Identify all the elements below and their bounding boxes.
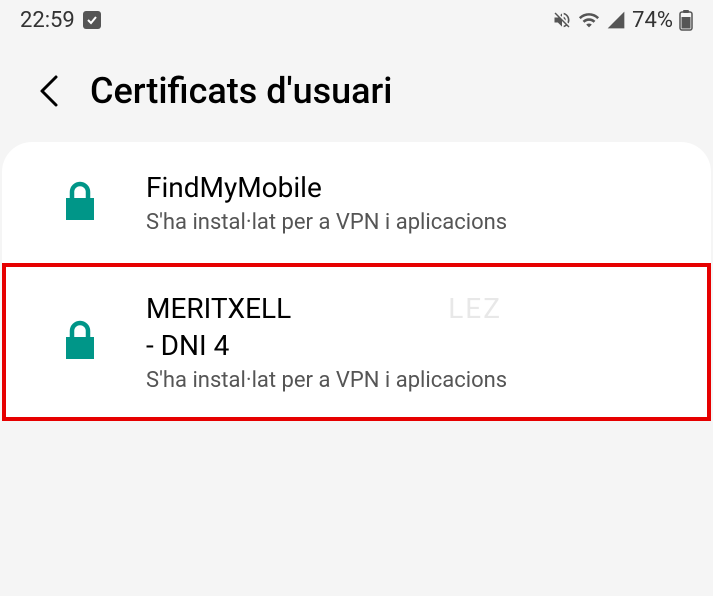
header: Certificats d'usuari xyxy=(0,40,713,142)
certificate-name: MERITXELL LEZ - DNI 4 xyxy=(146,291,681,364)
battery-icon xyxy=(679,9,693,31)
cert-name-line2: - DNI 4 xyxy=(146,329,229,362)
certificate-description: S'ha instal·lat per a VPN i aplicacions xyxy=(146,368,681,393)
certificate-description: S'ha instal·lat per a VPN i aplicacions xyxy=(146,210,681,235)
status-bar: 22:59 74% xyxy=(0,0,713,40)
mute-icon xyxy=(552,10,572,30)
certificate-item-highlighted[interactable]: MERITXELL LEZ - DNI 4 S'ha instal·lat pe… xyxy=(2,263,711,421)
chevron-left-icon xyxy=(36,73,62,109)
status-time: 22:59 xyxy=(20,8,75,33)
certificate-text: FindMyMobile S'ha instal·lat per a VPN i… xyxy=(146,170,681,235)
checkbox-notification-icon xyxy=(83,11,101,29)
signal-icon xyxy=(606,10,626,30)
battery-percent: 74% xyxy=(632,8,673,33)
lock-icon xyxy=(62,320,98,364)
status-left: 22:59 xyxy=(20,8,101,33)
certificate-list: FindMyMobile S'ha instal·lat per a VPN i… xyxy=(2,142,711,421)
cert-name-line1: MERITXELL xyxy=(146,292,291,325)
status-right: 74% xyxy=(552,8,693,33)
lock-icon xyxy=(62,181,98,225)
wifi-icon xyxy=(578,9,600,31)
back-button[interactable] xyxy=(36,73,62,109)
page-title: Certificats d'usuari xyxy=(90,70,392,112)
certificate-text: MERITXELL LEZ - DNI 4 S'ha instal·lat pe… xyxy=(146,291,681,393)
cert-name-redacted-end: LEZ xyxy=(448,292,502,325)
certificate-item[interactable]: FindMyMobile S'ha instal·lat per a VPN i… xyxy=(2,142,711,263)
cert-name-redacted xyxy=(298,292,441,325)
certificate-name: FindMyMobile xyxy=(146,170,681,206)
